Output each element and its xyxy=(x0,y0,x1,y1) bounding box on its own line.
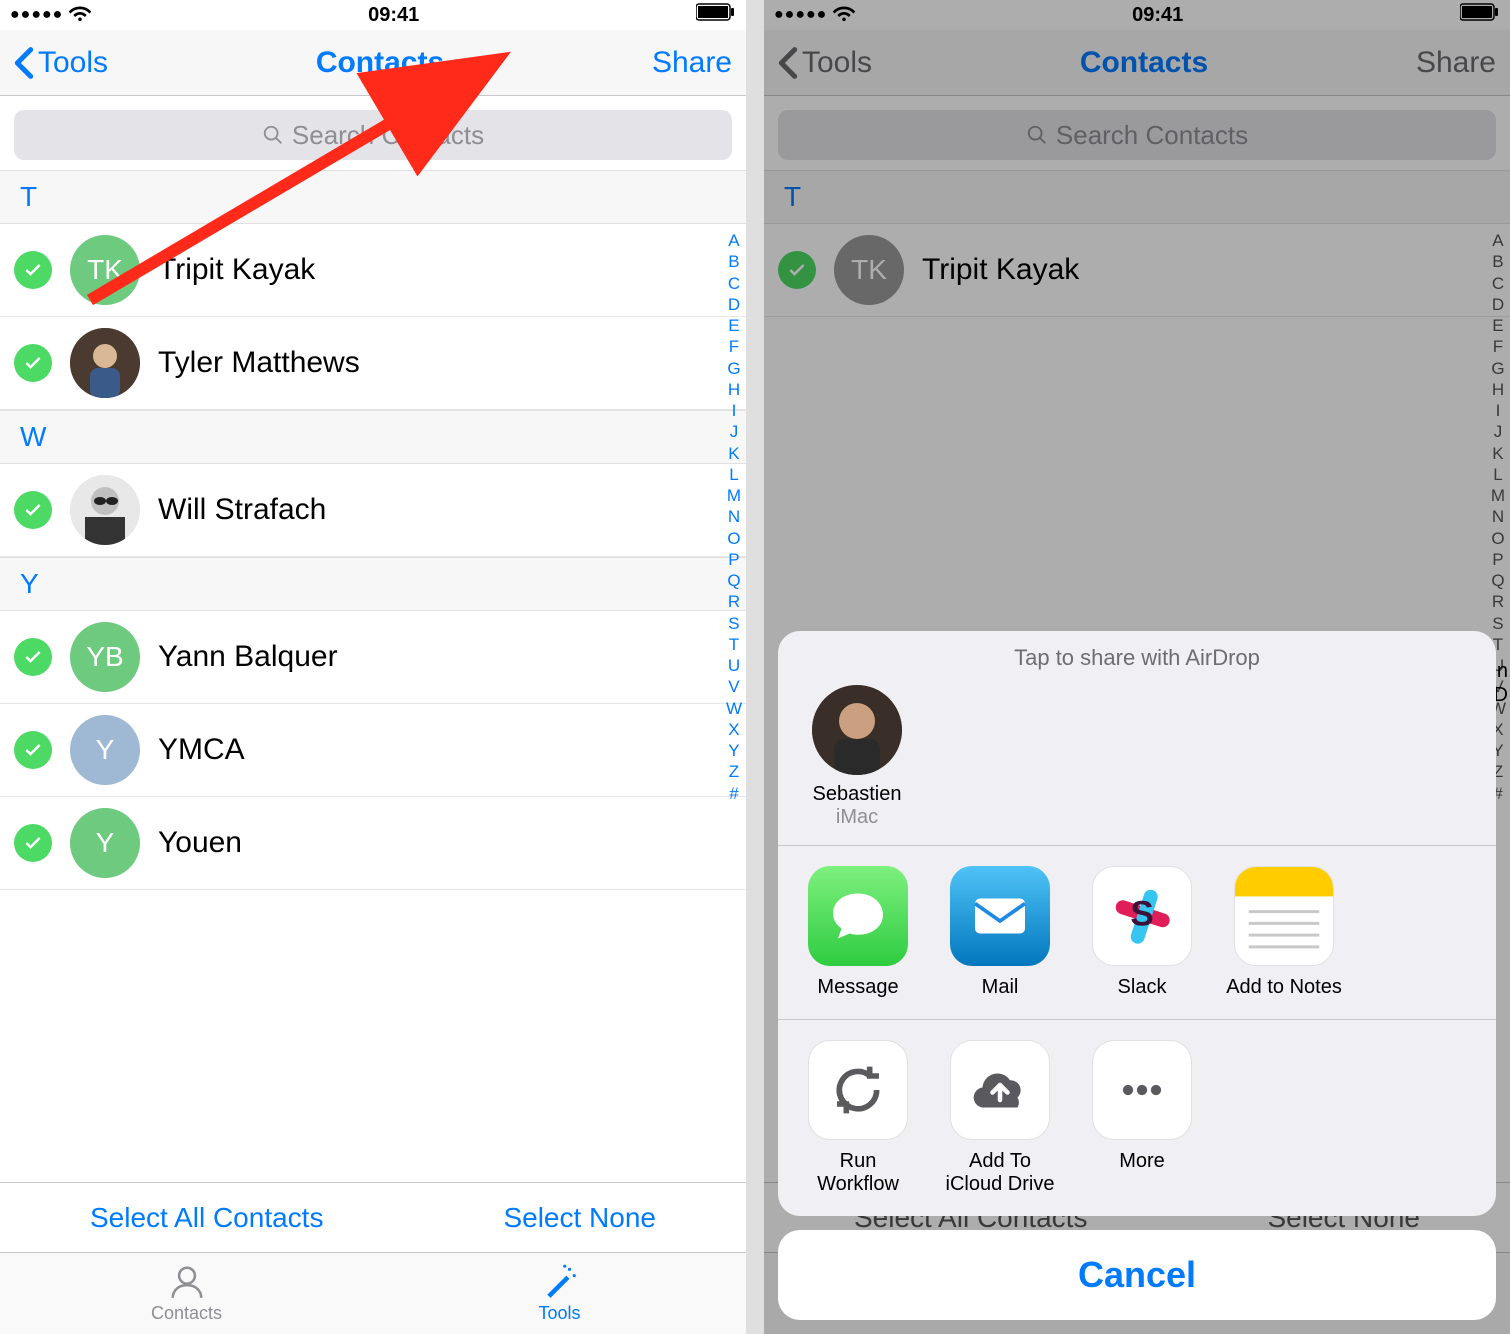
tab-tools[interactable]: Tools xyxy=(373,1253,746,1334)
contact-row[interactable]: TK Tripit Kayak xyxy=(0,224,746,317)
share-app-slack[interactable]: S Slack xyxy=(1082,866,1202,999)
bottom-actions: Select All Contacts Select None xyxy=(0,1182,746,1252)
avatar: YB xyxy=(70,622,140,692)
avatar: TK xyxy=(70,235,140,305)
status-time: 09:41 xyxy=(1132,4,1183,27)
status-bar: ●●●●● 09:41 xyxy=(764,0,1510,30)
contact-name: Youen xyxy=(158,826,242,860)
checkmark-icon[interactable] xyxy=(14,344,52,382)
svg-text:S: S xyxy=(1130,894,1153,933)
signal-dots-icon: ●●●●● xyxy=(774,6,827,24)
avatar: Y xyxy=(70,808,140,878)
share-app-message[interactable]: Message xyxy=(798,866,918,999)
avatar xyxy=(812,685,902,775)
wand-icon xyxy=(541,1263,579,1301)
action-run-workflow[interactable]: Run Workflow xyxy=(798,1040,918,1196)
action-more[interactable]: More xyxy=(1082,1040,1202,1196)
contact-name: Tripit Kayak xyxy=(158,253,315,287)
checkmark-icon[interactable] xyxy=(14,731,52,769)
action-icloud-drive[interactable]: Add To iCloud Drive xyxy=(940,1040,1060,1196)
tab-bar: Contacts Tools xyxy=(0,1252,746,1334)
contacts-icon xyxy=(168,1263,206,1301)
contact-row[interactable]: YB Yann Balquer xyxy=(0,611,746,704)
screenshot-left: ●●●●● 09:41 Tools Contacts Share Search … xyxy=(0,0,746,1334)
contact-row[interactable]: Will Strafach xyxy=(0,464,746,557)
nav-bar: Tools Contacts Share xyxy=(764,30,1510,96)
share-button[interactable]: Share xyxy=(1416,46,1496,80)
checkmark-icon[interactable] xyxy=(14,824,52,862)
search-placeholder: Search Contacts xyxy=(292,120,484,151)
share-button[interactable]: Share xyxy=(652,46,732,80)
contact-name: YMCA xyxy=(158,733,245,767)
share-actions-row: Run Workflow Add To iCloud Drive More xyxy=(778,1020,1496,1216)
checkmark-icon[interactable] xyxy=(14,491,52,529)
avatar: Y xyxy=(70,715,140,785)
share-app-notes[interactable]: Add to Notes xyxy=(1224,866,1344,999)
battery-icon xyxy=(1460,3,1500,27)
airdrop-row: Sebastien iMac xyxy=(778,675,1496,845)
search-input[interactable]: Search Contacts xyxy=(14,110,732,160)
share-sheet: Tap to share with AirDrop Sebastien iMac… xyxy=(778,631,1496,1320)
back-label: Tools xyxy=(38,46,108,80)
contact-row[interactable]: Tyler Matthews xyxy=(0,317,746,410)
checkmark-icon[interactable] xyxy=(14,251,52,289)
cancel-button[interactable]: Cancel xyxy=(778,1230,1496,1320)
share-apps-row: Message Mail S Slack xyxy=(778,846,1496,1019)
avatar xyxy=(70,475,140,545)
back-button[interactable]: Tools xyxy=(778,46,872,80)
search-icon xyxy=(262,124,284,146)
avatar: TK xyxy=(834,235,904,305)
checkmark-icon[interactable] xyxy=(778,251,816,289)
share-app-mail[interactable]: Mail xyxy=(940,866,1060,999)
page-title: Contacts xyxy=(1080,46,1208,80)
back-button[interactable]: Tools xyxy=(14,46,108,80)
checkmark-icon[interactable] xyxy=(14,638,52,676)
airdrop-name: Sebastien xyxy=(802,783,912,806)
select-none-button[interactable]: Select None xyxy=(503,1202,656,1234)
more-icon xyxy=(1092,1040,1192,1140)
contact-name: Tripit Kayak xyxy=(922,253,1079,287)
section-header-w: W xyxy=(0,410,746,464)
message-icon xyxy=(808,866,908,966)
battery-icon xyxy=(696,3,736,27)
select-all-button[interactable]: Select All Contacts xyxy=(90,1202,323,1234)
contact-row[interactable]: TK Tripit Kayak xyxy=(764,224,1510,317)
contact-name: Yann Balquer xyxy=(158,640,338,674)
signal-dots-icon: ●●●●● xyxy=(10,6,63,24)
contact-name: Tyler Matthews xyxy=(158,346,360,380)
search-icon xyxy=(1026,124,1048,146)
section-header-t: T xyxy=(764,170,1510,224)
cloud-upload-icon xyxy=(950,1040,1050,1140)
airdrop-device: iMac xyxy=(802,806,912,829)
search-input[interactable]: Search Contacts xyxy=(778,110,1496,160)
wifi-icon xyxy=(69,1,91,29)
avatar xyxy=(70,328,140,398)
page-title: Contacts xyxy=(316,46,444,80)
contact-row[interactable]: Y Youen xyxy=(0,797,746,890)
workflow-icon xyxy=(808,1040,908,1140)
mail-icon xyxy=(950,866,1050,966)
section-header-y: Y xyxy=(0,557,746,611)
slack-icon: S xyxy=(1092,866,1192,966)
contact-row[interactable]: Y YMCA xyxy=(0,704,746,797)
contact-name: Will Strafach xyxy=(158,493,326,527)
status-time: 09:41 xyxy=(368,4,419,27)
tab-contacts[interactable]: Contacts xyxy=(0,1253,373,1334)
share-sheet-title: Tap to share with AirDrop xyxy=(778,631,1496,675)
status-bar: ●●●●● 09:41 xyxy=(0,0,746,30)
index-rail[interactable]: ABCDEFGHIJKLMNOPQRSTUVWXYZ# xyxy=(726,230,742,804)
screenshot-right: ●●●●● 09:41 Tools Contacts Share Search … xyxy=(764,0,1510,1334)
notes-icon xyxy=(1234,866,1334,966)
airdrop-contact[interactable]: Sebastien iMac xyxy=(802,685,912,829)
section-header-t: T xyxy=(0,170,746,224)
wifi-icon xyxy=(833,1,855,29)
nav-bar: Tools Contacts Share xyxy=(0,30,746,96)
